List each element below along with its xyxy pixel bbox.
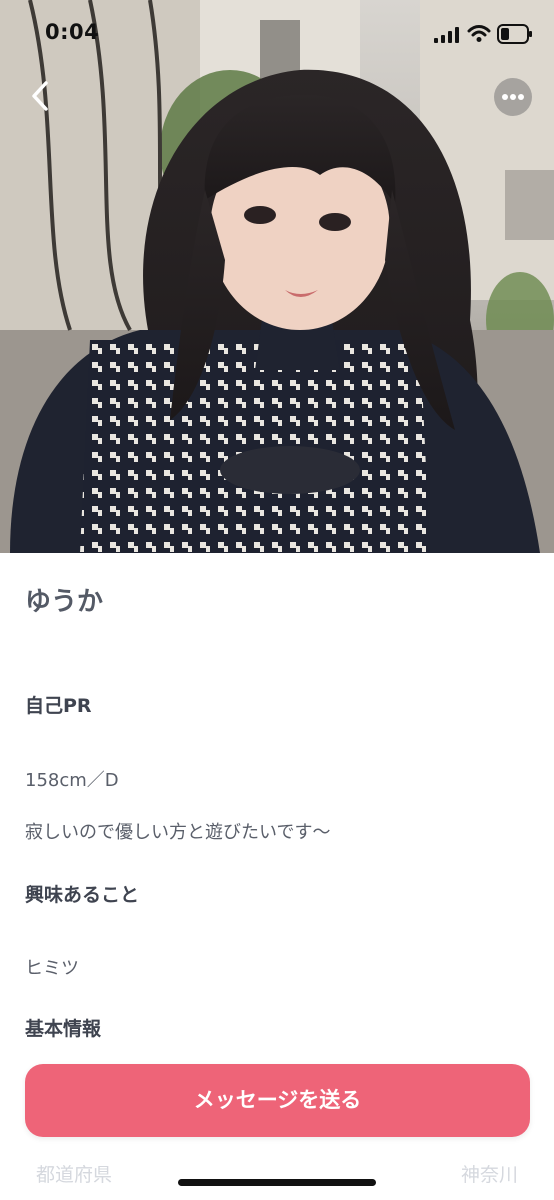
- basic-info-value: 神奈川: [460, 1164, 518, 1186]
- battery-icon: [497, 24, 533, 48]
- profile-photo-illustration: [0, 0, 554, 553]
- more-options-button[interactable]: [494, 78, 532, 116]
- profile-name: ゆうか: [25, 587, 104, 617]
- signal-icon: [434, 27, 460, 47]
- interests-title: 興味あること: [25, 884, 140, 906]
- send-message-button[interactable]: メッセージを送る: [25, 1064, 530, 1137]
- interests-text: ヒミツ: [25, 958, 79, 979]
- basic-info-title: 基本情報: [25, 1018, 102, 1040]
- status-bar: 0:04: [0, 0, 554, 68]
- wifi-icon: [467, 24, 491, 48]
- self-pr-stats: 158cm／D: [25, 770, 119, 791]
- basic-info-label: 都道府県: [36, 1164, 113, 1186]
- back-button[interactable]: [24, 78, 58, 114]
- profile-photo: [0, 0, 554, 553]
- more-dots-icon: [494, 94, 532, 120]
- self-pr-text: 寂しいので優しい方と遊びたいです〜: [25, 822, 331, 843]
- status-time: 0:04: [45, 20, 100, 44]
- self-pr-title: 自己PR: [25, 695, 92, 717]
- chevron-left-icon: [24, 81, 58, 118]
- home-indicator: [178, 1179, 376, 1186]
